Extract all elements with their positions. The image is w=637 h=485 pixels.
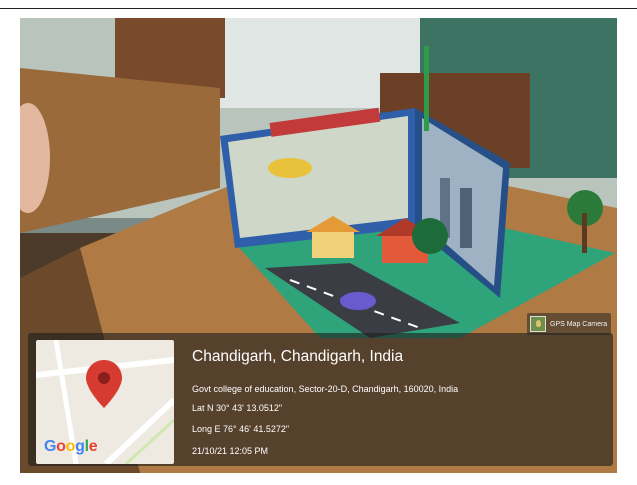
toy-car bbox=[340, 292, 376, 310]
location-datetime: 21/10/21 12:05 PM bbox=[192, 446, 269, 456]
poster-car bbox=[268, 158, 312, 178]
gps-map-camera-badge: GPS Map Camera bbox=[527, 313, 611, 335]
map-pin-dot bbox=[98, 372, 110, 384]
building-2 bbox=[460, 188, 472, 248]
top-divider bbox=[0, 8, 637, 9]
tree-center bbox=[412, 218, 448, 254]
location-address: Govt college of education, Sector-20-D, … bbox=[192, 384, 459, 394]
gps-badge-label: GPS Map Camera bbox=[550, 320, 608, 328]
map-road-3 bbox=[103, 397, 174, 464]
green-pole bbox=[424, 46, 429, 131]
yellow-house bbox=[312, 230, 354, 258]
location-longitude: Long E 76° 46' 41.5272" bbox=[192, 424, 290, 434]
screenshot-frame: GPS Map Camera Google Chandigarh, Chandi… bbox=[0, 0, 637, 485]
google-logo: Google bbox=[44, 438, 98, 455]
tree-trunk bbox=[582, 213, 587, 253]
gps-camera-icon bbox=[530, 316, 546, 332]
location-latitude: Lat N 30° 43' 13.0512" bbox=[192, 403, 283, 413]
location-title: Chandigarh, Chandigarh, India bbox=[192, 348, 404, 365]
map-thumbnail: Google bbox=[36, 340, 174, 464]
